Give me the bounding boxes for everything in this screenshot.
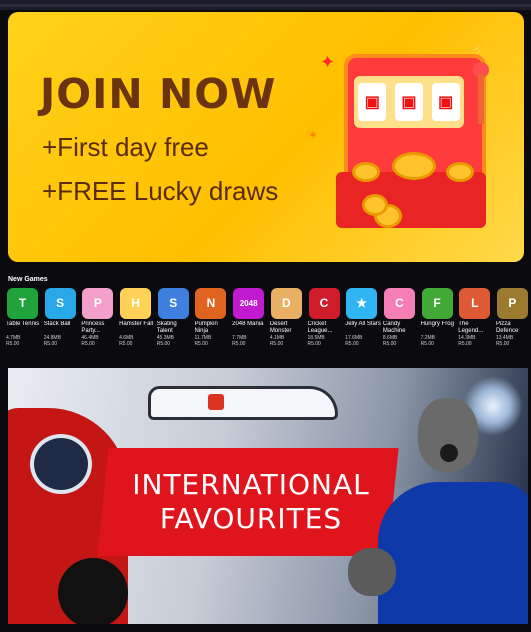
- race-car-back-illustration: [148, 386, 338, 420]
- game-price: R5.00: [307, 341, 321, 347]
- game-tile[interactable]: C Candy Machine 8.6MB R5.00: [383, 288, 421, 354]
- game-price: R5.00: [119, 341, 133, 347]
- game-thumbnail-glyph: F: [433, 296, 441, 310]
- game-tile[interactable]: 2048 2048 Mania 7.7MB R5.00: [232, 288, 270, 354]
- player-shirt: [378, 482, 528, 624]
- slot-reel-icon: ▣: [394, 83, 423, 121]
- game-name: Princess Party...: [81, 321, 105, 334]
- game-thumbnail-glyph: H: [131, 296, 140, 310]
- game-thumbnail-icon[interactable]: T: [7, 288, 38, 319]
- game-price: R5.00: [6, 341, 20, 347]
- game-thumbnail-glyph: P: [93, 296, 102, 310]
- game-thumbnail-icon[interactable]: F: [421, 288, 453, 319]
- game-price: R5.00: [81, 341, 95, 347]
- game-price: R5.00: [382, 341, 397, 347]
- coin-icon: [362, 194, 388, 216]
- top-strip: [0, 0, 531, 10]
- game-name: Candy Machine: [382, 321, 406, 334]
- game-name: The Legend...: [458, 321, 484, 334]
- game-thumbnail-glyph: S: [56, 296, 65, 310]
- game-price: R5.00: [458, 341, 472, 347]
- new-games-title: New Games: [8, 276, 48, 283]
- game-thumbnail-icon[interactable]: P: [496, 288, 528, 319]
- game-tile[interactable]: T Table Tennis 4.7MB R5.00: [6, 288, 44, 354]
- slot-machine-illustration: ▣ ▣ ▣: [336, 54, 489, 234]
- game-thumbnail-icon[interactable]: S: [44, 288, 76, 319]
- game-thumbnail-icon[interactable]: L: [459, 288, 491, 319]
- game-thumbnail-icon[interactable]: C: [308, 288, 340, 319]
- game-price: R5.00: [232, 341, 246, 347]
- game-thumbnail-glyph: T: [18, 296, 27, 310]
- join-now-banner[interactable]: JOIN NOW +First day free +FREE Lucky dra…: [8, 12, 524, 262]
- game-name: Pumpkin Ninja: [194, 321, 218, 334]
- player-mouth: [440, 444, 458, 462]
- game-name: Pizza Defence: [495, 321, 519, 334]
- game-tile[interactable]: H Hamster Fall 4.6MB R5.00: [119, 288, 157, 354]
- game-tile[interactable]: S Stack Ball 24.8MB R5.00: [44, 288, 82, 354]
- football-player-illustration: [348, 398, 528, 624]
- game-price: R5.00: [495, 341, 510, 347]
- game-thumbnail-icon[interactable]: D: [270, 288, 302, 319]
- game-tile[interactable]: P Princess Party... 46.4MB R5.00: [81, 288, 119, 354]
- new-games-list: T Table Tennis 4.7MB R5.00 S Stack Ball 24.8MB…: [6, 288, 528, 354]
- game-thumbnail-glyph: 2048: [239, 299, 258, 308]
- game-name: Table Tennis: [6, 321, 40, 327]
- game-name: Hamster Fall: [119, 321, 154, 327]
- spark-icon: ✦: [320, 52, 336, 72]
- coin-icon: [352, 162, 380, 182]
- coin-icon: [446, 162, 474, 182]
- game-tile[interactable]: L The Legend... 14.3MB R5.00: [458, 288, 496, 354]
- game-thumbnail-glyph: D: [281, 296, 291, 310]
- wheel-icon: [58, 558, 128, 624]
- game-thumbnail-icon[interactable]: P: [82, 288, 114, 319]
- game-thumbnail-icon[interactable]: 2048: [233, 288, 265, 319]
- join-line-first-day: +First day free: [42, 132, 209, 162]
- game-name: Cricket League...: [307, 321, 333, 334]
- game-tile[interactable]: N Pumpkin Ninja 11.7MB R5.00: [194, 288, 232, 354]
- game-name: Stack Ball: [43, 321, 71, 327]
- game-thumbnail-glyph: ★: [356, 296, 368, 310]
- game-thumbnail-icon[interactable]: ★: [346, 288, 378, 319]
- game-price: R5.00: [345, 341, 359, 347]
- game-thumbnail-glyph: S: [169, 296, 178, 310]
- game-price: R5.00: [420, 341, 434, 347]
- player-fist: [348, 548, 396, 596]
- game-tile[interactable]: S Skating Talent 45.3MB R5.00: [157, 288, 195, 354]
- game-name: Skating Talent: [156, 321, 177, 334]
- game-tile[interactable]: C Cricket League... 18.5MB R5.00: [308, 288, 346, 354]
- slot-reel-icon: ▣: [358, 83, 387, 121]
- slot-lever-icon: [478, 74, 484, 124]
- game-thumbnail-glyph: P: [508, 296, 517, 310]
- intl-line-1: INTERNATIONAL: [132, 468, 370, 501]
- game-thumbnail-icon[interactable]: S: [157, 288, 189, 319]
- game-thumbnail-glyph: N: [206, 296, 216, 310]
- game-tile[interactable]: F Hungry Frog 7.2MB R5.00: [421, 288, 459, 354]
- intl-line-2: FAVOURITES: [159, 502, 343, 535]
- confetti-icon: ✶: [308, 128, 319, 142]
- game-tile[interactable]: ★ Jelly All Stars 17.6MB R5.00: [345, 288, 383, 354]
- game-thumbnail-glyph: L: [471, 296, 479, 310]
- join-line-lucky-draws: +FREE Lucky draws: [42, 176, 279, 206]
- game-tile[interactable]: P Pizza Defence 13.4MB R5.00: [496, 288, 531, 354]
- game-name: Jelly All Stars: [345, 321, 381, 327]
- game-thumbnail-icon[interactable]: H: [120, 288, 152, 319]
- slot-machine-screen: ▣ ▣ ▣: [354, 76, 464, 128]
- game-thumbnail-glyph: C: [319, 296, 329, 310]
- join-headline: JOIN NOW: [40, 70, 277, 118]
- slot-reel-icon: ▣: [431, 83, 460, 121]
- game-name: 2048 Mania: [232, 321, 264, 327]
- game-thumbnail-icon[interactable]: C: [383, 288, 415, 319]
- game-thumbnail-icon[interactable]: N: [195, 288, 227, 319]
- game-tile[interactable]: D Desert Monster 4.1MB R5.00: [270, 288, 308, 354]
- game-thumbnail-glyph: C: [395, 296, 404, 310]
- game-name: Hungry Frog: [420, 321, 454, 327]
- game-name: Desert Monster: [269, 321, 292, 334]
- game-price: R5.00: [194, 341, 208, 347]
- international-favourites-banner[interactable]: INTERNATIONAL FAVOURITES: [8, 368, 528, 624]
- driver-helmet-icon: [30, 434, 92, 494]
- game-price: R5.00: [269, 341, 284, 347]
- game-price: R5.00: [43, 341, 58, 347]
- coin-icon: [392, 152, 436, 180]
- game-price: R5.00: [156, 341, 171, 347]
